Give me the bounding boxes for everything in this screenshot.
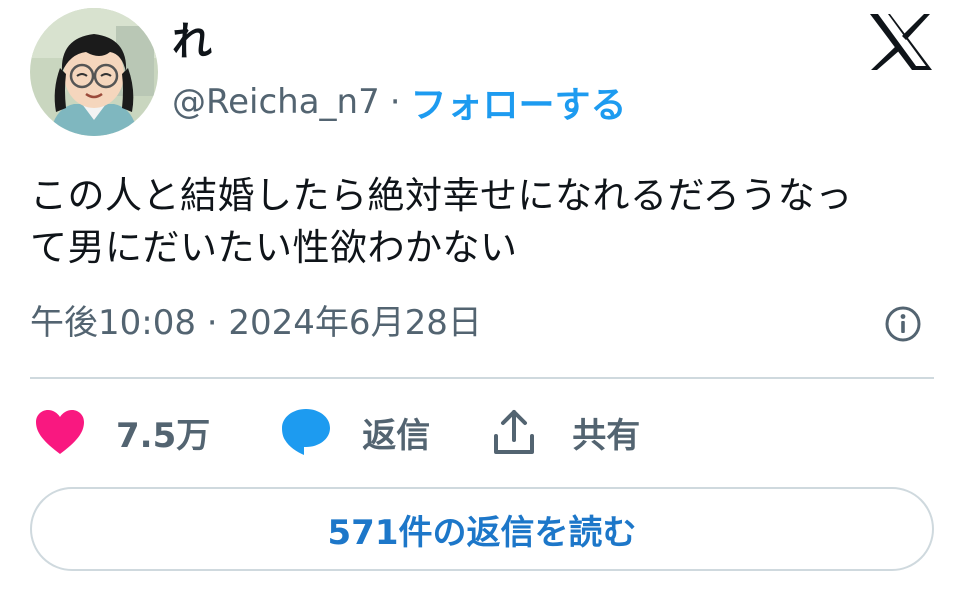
share-label: 共有 <box>572 415 641 456</box>
x-logo-icon[interactable] <box>868 12 934 72</box>
like-count: 7.5万 <box>116 415 211 456</box>
tweet-text-line: この人と結婚したら絶対幸せになれるだろうなっ <box>30 174 853 217</box>
like-button[interactable]: 7.5万 <box>34 408 210 457</box>
heart-icon <box>36 410 84 454</box>
user-handle[interactable]: @Reicha_n7 <box>172 82 380 122</box>
read-replies-button[interactable]: 571件の返信を読む <box>30 487 934 571</box>
timestamp[interactable]: 午後10:08 · 2024年6月28日 <box>30 298 482 348</box>
reply-label: 返信 <box>362 415 431 456</box>
share-button[interactable]: 共有 <box>492 408 640 457</box>
info-icon[interactable] <box>884 305 922 343</box>
follow-button[interactable]: フォローする <box>411 76 627 128</box>
avatar[interactable] <box>30 8 158 136</box>
author-meta: @Reicha_n7 · フォローする <box>172 80 627 126</box>
action-bar: 7.5万 返信 共有 <box>30 402 640 462</box>
separator-dot: · <box>389 82 401 122</box>
divider <box>30 377 934 379</box>
display-name[interactable]: れ <box>172 18 212 66</box>
reply-bubble-icon <box>282 409 331 455</box>
tweet-text-line: て男にだいたい性欲わかない <box>30 226 518 269</box>
reply-button[interactable]: 返信 <box>280 407 430 457</box>
avatar-illustration <box>30 8 158 136</box>
tweet-text: この人と結婚したら絶対幸せになれるだろうなっ て男にだいたい性欲わかない <box>30 170 930 274</box>
read-replies-label: 571件の返信を読む <box>327 512 637 553</box>
share-upload-icon <box>494 410 535 454</box>
